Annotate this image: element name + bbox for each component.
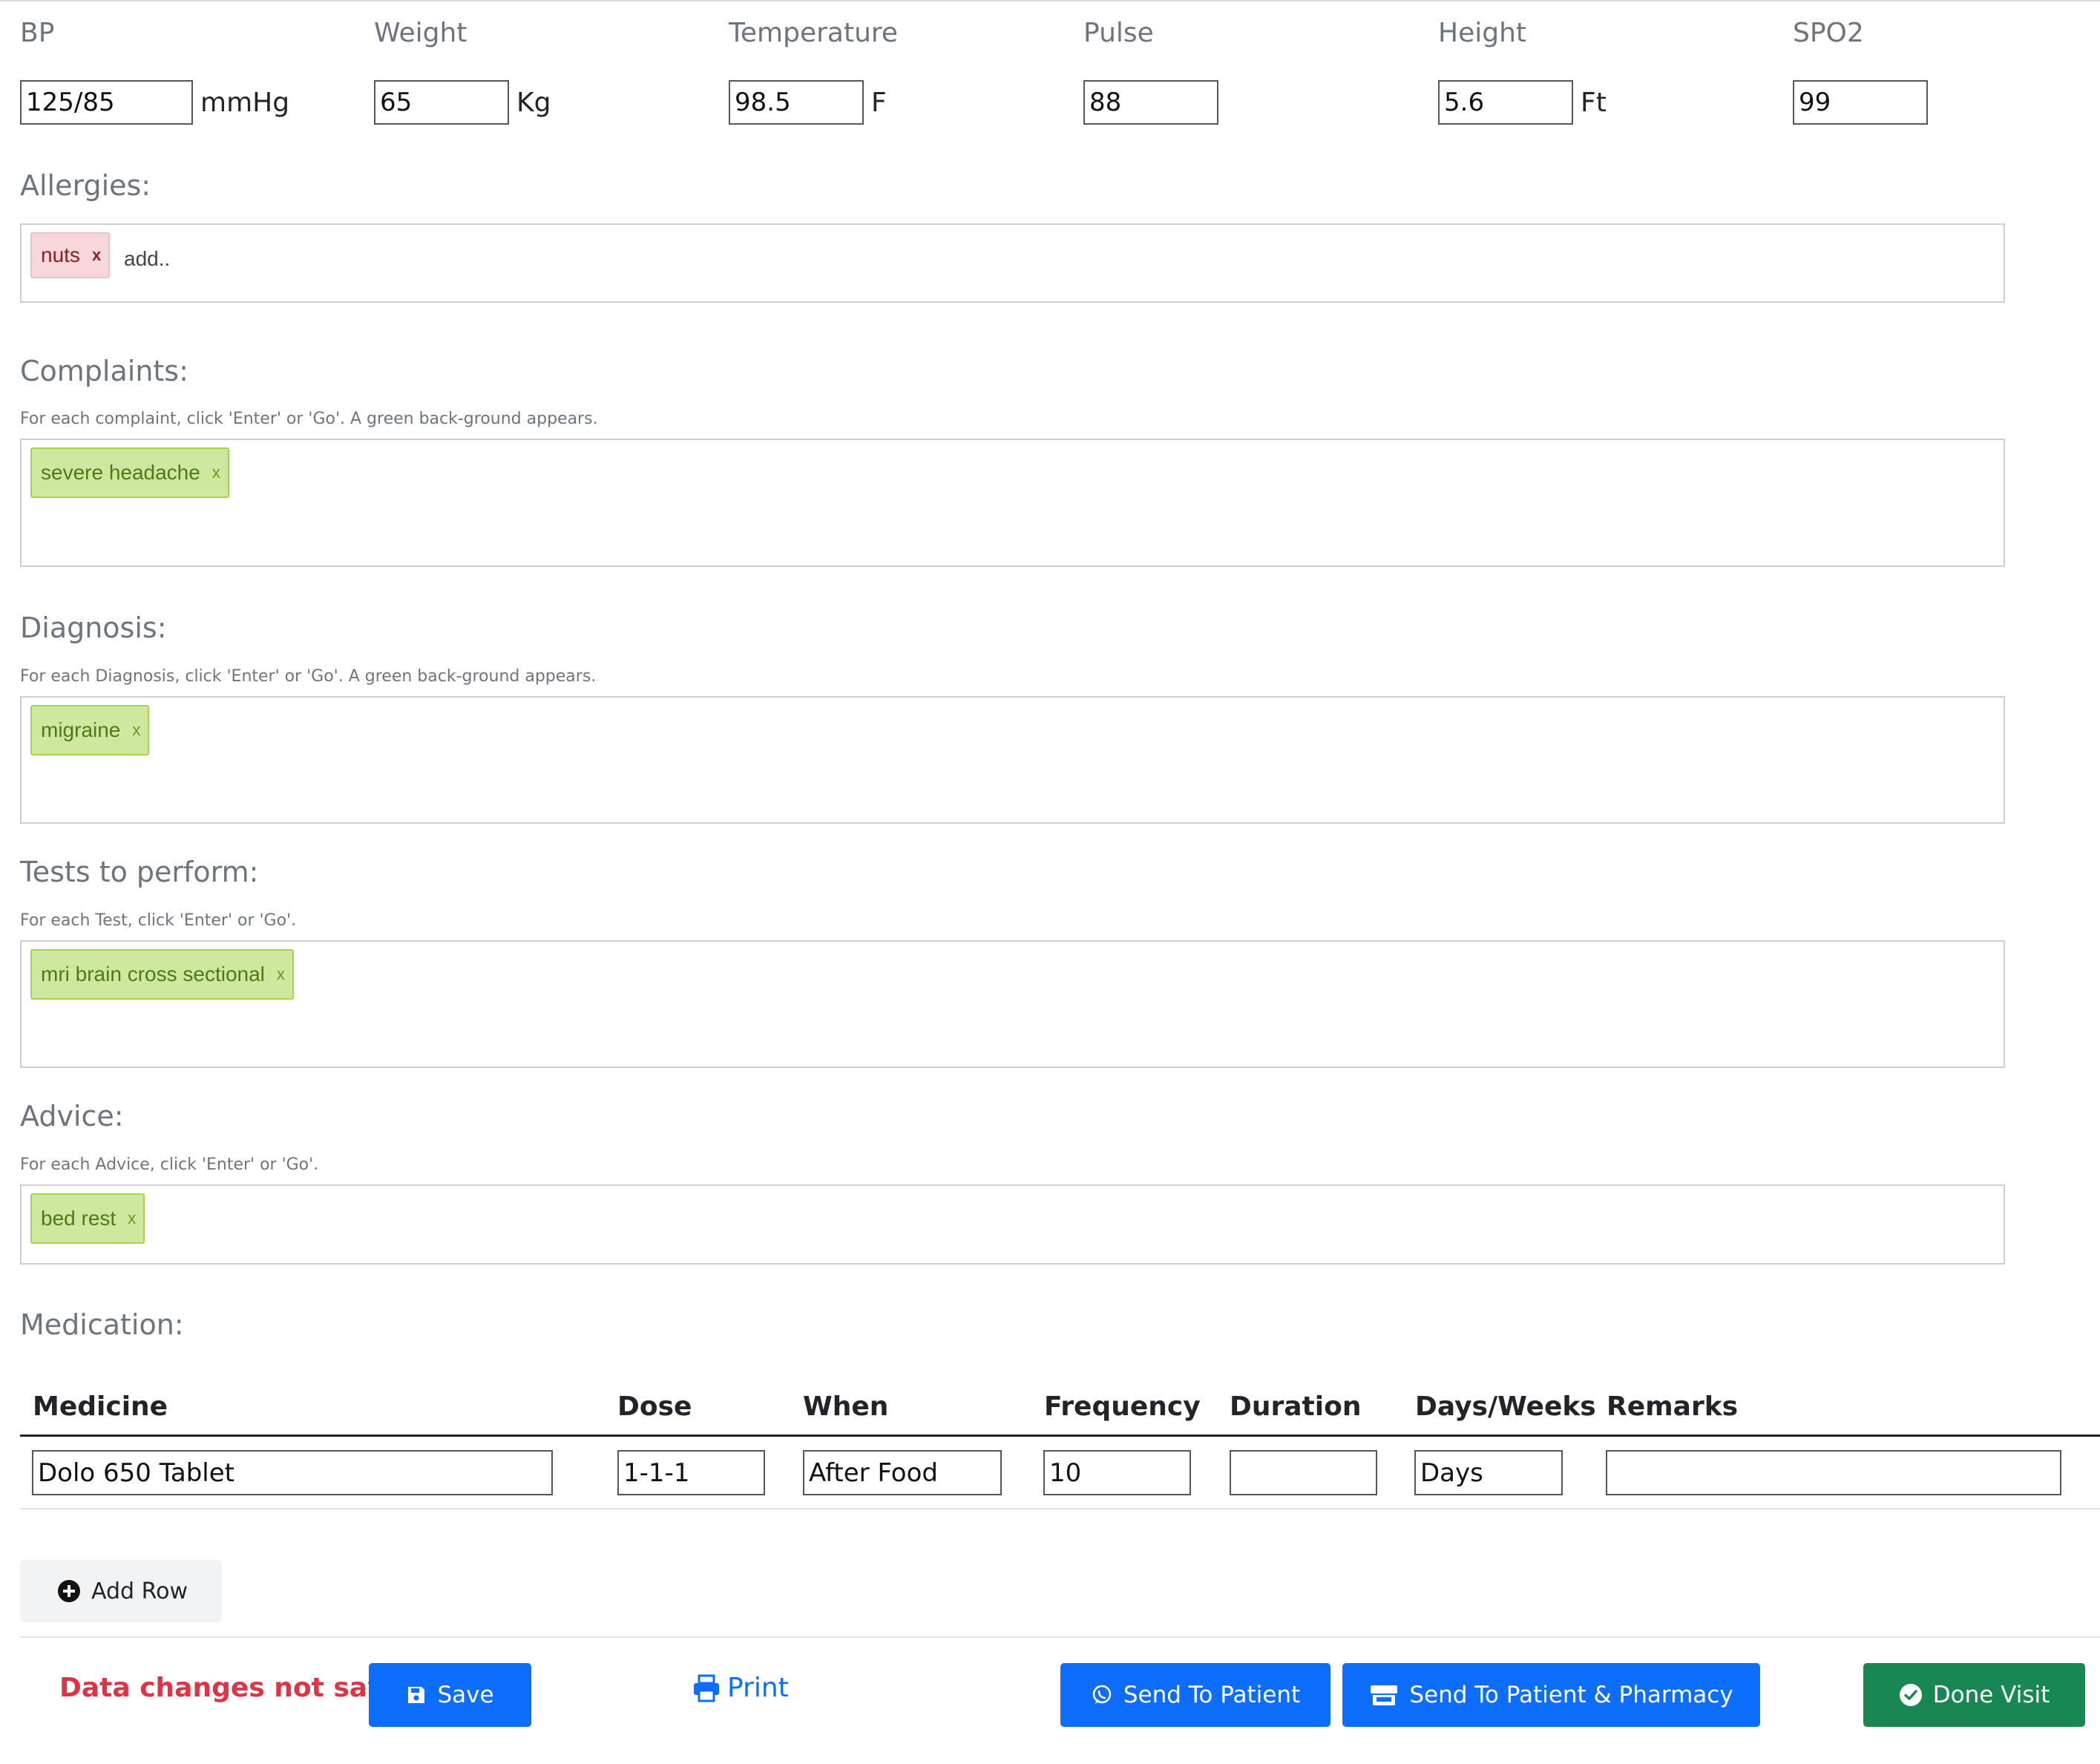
tests-title: Tests to perform: — [20, 856, 259, 888]
print-label: Print — [727, 1673, 789, 1703]
remove-tag-icon[interactable]: x — [128, 1209, 136, 1228]
complaint-tag-label: severe headache — [41, 461, 200, 484]
advice-tag-label: bed rest — [41, 1207, 117, 1230]
complaints-title: Complaints: — [20, 355, 188, 387]
vital-pulse: Pulse — [1083, 15, 1218, 125]
save-label: Save — [437, 1682, 494, 1708]
weight-unit: Kg — [516, 87, 551, 118]
duration-input[interactable] — [1230, 1450, 1377, 1495]
save-button[interactable]: Save — [369, 1663, 531, 1727]
tests-tag-input[interactable]: mri brain cross sectional x — [20, 940, 2005, 1068]
remove-tag-icon[interactable]: x — [92, 246, 101, 265]
col-days-weeks: Days/Weeks — [1415, 1391, 1596, 1422]
print-button[interactable]: Print — [692, 1673, 789, 1703]
diagnosis-hint: For each Diagnosis, click 'Enter' or 'Go… — [20, 667, 597, 686]
done-visit-button[interactable]: Done Visit — [1863, 1663, 2085, 1727]
remove-tag-icon[interactable]: x — [277, 965, 285, 984]
diagnosis-tag-label: migraine — [41, 718, 121, 741]
complaints-tag-input[interactable]: severe headache x — [20, 439, 2005, 567]
advice-tag: bed rest x — [30, 1193, 145, 1244]
pulse-input[interactable] — [1083, 80, 1218, 125]
send-to-patient-button[interactable]: Send To Patient — [1060, 1663, 1330, 1727]
bp-input[interactable] — [20, 80, 193, 125]
pulse-label: Pulse — [1083, 18, 1154, 48]
vital-bp: BP mmHg — [20, 15, 289, 125]
weight-label: Weight — [374, 18, 467, 48]
printer-icon — [694, 1674, 719, 1702]
send-to-patient-pharmacy-label: Send To Patient & Pharmacy — [1409, 1682, 1733, 1708]
allergies-title: Allergies: — [20, 169, 151, 202]
send-to-patient-label: Send To Patient — [1123, 1682, 1301, 1708]
dose-input[interactable] — [617, 1450, 765, 1495]
spo2-input[interactable] — [1793, 80, 1928, 125]
col-remarks: Remarks — [1607, 1391, 1739, 1422]
height-unit: Ft — [1581, 87, 1607, 118]
vital-spo2: SPO2 — [1793, 15, 1928, 125]
vital-temperature: Temperature F — [729, 15, 898, 125]
test-tag: mri brain cross sectional x — [30, 949, 294, 1000]
bp-label: BP — [20, 18, 55, 48]
allergies-tag-input[interactable]: nuts x — [20, 223, 2005, 303]
done-visit-label: Done Visit — [1932, 1682, 2050, 1708]
remove-tag-icon[interactable]: x — [212, 463, 220, 482]
height-input[interactable] — [1438, 80, 1573, 125]
footer-divider — [20, 1636, 2100, 1638]
top-border — [0, 0, 2100, 1]
complaints-hint: For each complaint, click 'Enter' or 'Go… — [20, 410, 598, 428]
vital-weight: Weight Kg — [374, 15, 551, 125]
advice-hint: For each Advice, click 'Enter' or 'Go'. — [20, 1155, 319, 1174]
allergy-add-input[interactable] — [124, 238, 569, 280]
col-duration: Duration — [1230, 1391, 1362, 1422]
height-label: Height — [1438, 18, 1527, 48]
test-tag-label: mri brain cross sectional — [41, 963, 265, 986]
temperature-input[interactable] — [729, 80, 864, 125]
medication-table-header: Medicine Dose When Frequency Duration Da… — [20, 1380, 2100, 1437]
remarks-input[interactable] — [1606, 1450, 2061, 1495]
advice-tag-input[interactable]: bed rest x — [20, 1184, 2005, 1265]
table-row — [20, 1437, 2100, 1509]
add-row-label: Add Row — [91, 1578, 188, 1604]
bp-unit: mmHg — [200, 87, 290, 118]
days-weeks-input[interactable] — [1414, 1450, 1563, 1495]
complaint-tag: severe headache x — [30, 447, 229, 498]
when-input[interactable] — [803, 1450, 1002, 1495]
whatsapp-icon — [1092, 1685, 1112, 1704]
col-when: When — [803, 1391, 889, 1422]
diagnosis-tag: migraine x — [30, 705, 150, 755]
diagnosis-title: Diagnosis: — [20, 612, 167, 644]
floppy-disk-icon — [408, 1687, 425, 1703]
remove-tag-icon[interactable]: x — [132, 721, 140, 740]
medicine-input[interactable] — [32, 1450, 553, 1495]
plus-circle-icon — [58, 1580, 80, 1602]
weight-input[interactable] — [374, 80, 509, 125]
tests-hint: For each Test, click 'Enter' or 'Go'. — [20, 911, 297, 930]
send-to-patient-pharmacy-button[interactable]: Send To Patient & Pharmacy — [1342, 1663, 1760, 1727]
store-icon — [1371, 1685, 1398, 1705]
temperature-unit: F — [871, 87, 887, 118]
allergy-tag: nuts x — [30, 232, 111, 278]
advice-title: Advice: — [20, 1100, 124, 1132]
add-row-button[interactable]: Add Row — [20, 1560, 222, 1622]
temperature-label: Temperature — [729, 18, 899, 48]
check-circle-icon — [1899, 1684, 1922, 1706]
spo2-label: SPO2 — [1793, 18, 1864, 48]
medication-title: Medication: — [20, 1308, 184, 1341]
frequency-input[interactable] — [1043, 1450, 1191, 1495]
col-medicine: Medicine — [33, 1391, 168, 1422]
diagnosis-tag-input[interactable]: migraine x — [20, 696, 2005, 824]
allergy-tag-label: nuts — [41, 243, 80, 266]
col-frequency: Frequency — [1044, 1391, 1201, 1422]
vital-height: Height Ft — [1438, 15, 1607, 125]
col-dose: Dose — [617, 1391, 692, 1422]
